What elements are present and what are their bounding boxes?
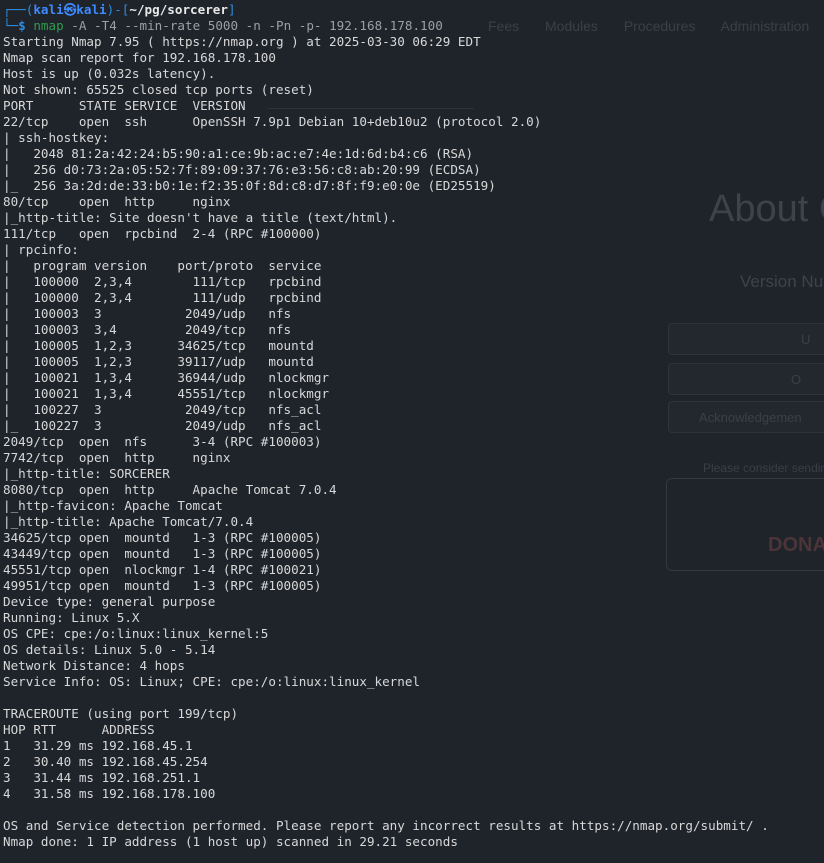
output-line: |_http-favicon: Apache Tomcat	[3, 498, 223, 513]
output-line: |_ 100227 3 2049/udp nfs_acl	[3, 418, 322, 433]
prompt-line-top: ┌──(kali㉿kali)-[~/pg/sorcerer]	[3, 2, 236, 17]
scan-output: Starting Nmap 7.95 ( https://nmap.org ) …	[3, 34, 824, 850]
output-line: 8080/tcp open http Apache Tomcat 7.0.4	[3, 482, 337, 497]
output-line: |_http-title: Apache Tomcat/7.0.4	[3, 514, 254, 529]
output-line: | 256 d0:73:2a:05:52:7f:89:09:37:76:e3:5…	[3, 162, 481, 177]
output-line: 22/tcp open ssh OpenSSH 7.9p1 Debian 10+…	[3, 114, 542, 129]
output-line: 80/tcp open http nginx	[3, 194, 231, 209]
output-line: Service Info: OS: Linux; CPE: cpe:/o:lin…	[3, 674, 421, 689]
output-line: 7742/tcp open http nginx	[3, 450, 231, 465]
output-line: | 100000 2,3,4 111/udp rpcbind	[3, 290, 322, 305]
output-line: | rpcinfo:	[3, 242, 87, 257]
output-line: Nmap done: 1 IP address (1 host up) scan…	[3, 834, 458, 849]
output-line: HOP RTT ADDRESS	[3, 722, 155, 737]
command-name: nmap	[33, 18, 64, 33]
output-line: | 2048 81:2a:42:24:b5:90:a1:ce:9b:ac:e7:…	[3, 146, 474, 161]
output-line: TRACEROUTE (using port 199/tcp)	[3, 706, 239, 721]
prompt-line-command: └─$ nmap -A -T4 --min-rate 5000 -n -Pn -…	[3, 18, 443, 33]
output-line: 2049/tcp open nfs 3-4 (RPC #100003)	[3, 434, 322, 449]
output-line: Running: Linux 5.X	[3, 610, 140, 625]
output-line: Network Distance: 4 hops	[3, 658, 185, 673]
output-line: Nmap scan report for 192.168.178.100	[3, 50, 276, 65]
prompt-host: kali	[76, 2, 107, 17]
output-line: | 100003 3,4 2049/tcp nfs	[3, 322, 292, 337]
output-line: PORT STATE SERVICE VERSION	[3, 98, 246, 113]
output-line: 43449/tcp open mountd 1-3 (RPC #100005)	[3, 546, 322, 561]
output-line: 1 31.29 ms 192.168.45.1	[3, 738, 193, 753]
output-line: |_http-title: Site doesn't have a title …	[3, 210, 398, 225]
desktop-screen: Fees Modules Procedures Administration A…	[0, 0, 824, 863]
output-line: Device type: general purpose	[3, 594, 216, 609]
output-line: 111/tcp open rpcbind 2-4 (RPC #100000)	[3, 226, 322, 241]
output-line: | 100005 1,2,3 34625/tcp mountd	[3, 338, 314, 353]
output-line: OS and Service detection performed. Plea…	[3, 818, 769, 833]
output-line: |_http-title: SORCERER	[3, 466, 170, 481]
output-line: | 100005 1,2,3 39117/udp mountd	[3, 354, 314, 369]
output-line: Not shown: 65525 closed tcp ports (reset…	[3, 82, 314, 97]
output-line: | 100000 2,3,4 111/tcp rpcbind	[3, 274, 322, 289]
output-line: | ssh-hostkey:	[3, 130, 117, 145]
output-line: | 100021 1,3,4 36944/udp nlockmgr	[3, 370, 330, 385]
prompt-user: kali	[33, 2, 64, 17]
output-line: | program version port/proto service	[3, 258, 322, 273]
output-line: | 100021 1,3,4 45551/tcp nlockmgr	[3, 386, 330, 401]
output-line: |_ 256 3a:2d:de:33:b0:1e:f2:35:0f:8d:c8:…	[3, 178, 496, 193]
output-line: Host is up (0.032s latency).	[3, 66, 216, 81]
output-line: 45551/tcp open nlockmgr 1-4 (RPC #100021…	[3, 562, 322, 577]
output-line: | 100003 3 2049/udp nfs	[3, 306, 292, 321]
output-line: OS CPE: cpe:/o:linux:linux_kernel:5	[3, 626, 269, 641]
output-line: | 100227 3 2049/tcp nfs_acl	[3, 402, 322, 417]
output-line: Starting Nmap 7.95 ( https://nmap.org ) …	[3, 34, 481, 49]
output-line: 3 31.44 ms 192.168.251.1	[3, 770, 201, 785]
output-line: 2 30.40 ms 192.168.45.254	[3, 754, 208, 769]
output-line: OS details: Linux 5.0 - 5.14	[3, 642, 216, 657]
terminal-output[interactable]: ┌──(kali㉿kali)-[~/pg/sorcerer] └─$ nmap …	[0, 0, 824, 863]
output-line: 4 31.58 ms 192.168.178.100	[3, 786, 216, 801]
prompt-path: ~/pg/sorcerer	[129, 2, 228, 17]
output-line: 49951/tcp open mountd 1-3 (RPC #100005)	[3, 578, 322, 593]
output-line: 34625/tcp open mountd 1-3 (RPC #100005)	[3, 530, 322, 545]
command-args: -A -T4 --min-rate 5000 -n -Pn -p- 192.16…	[71, 18, 443, 33]
